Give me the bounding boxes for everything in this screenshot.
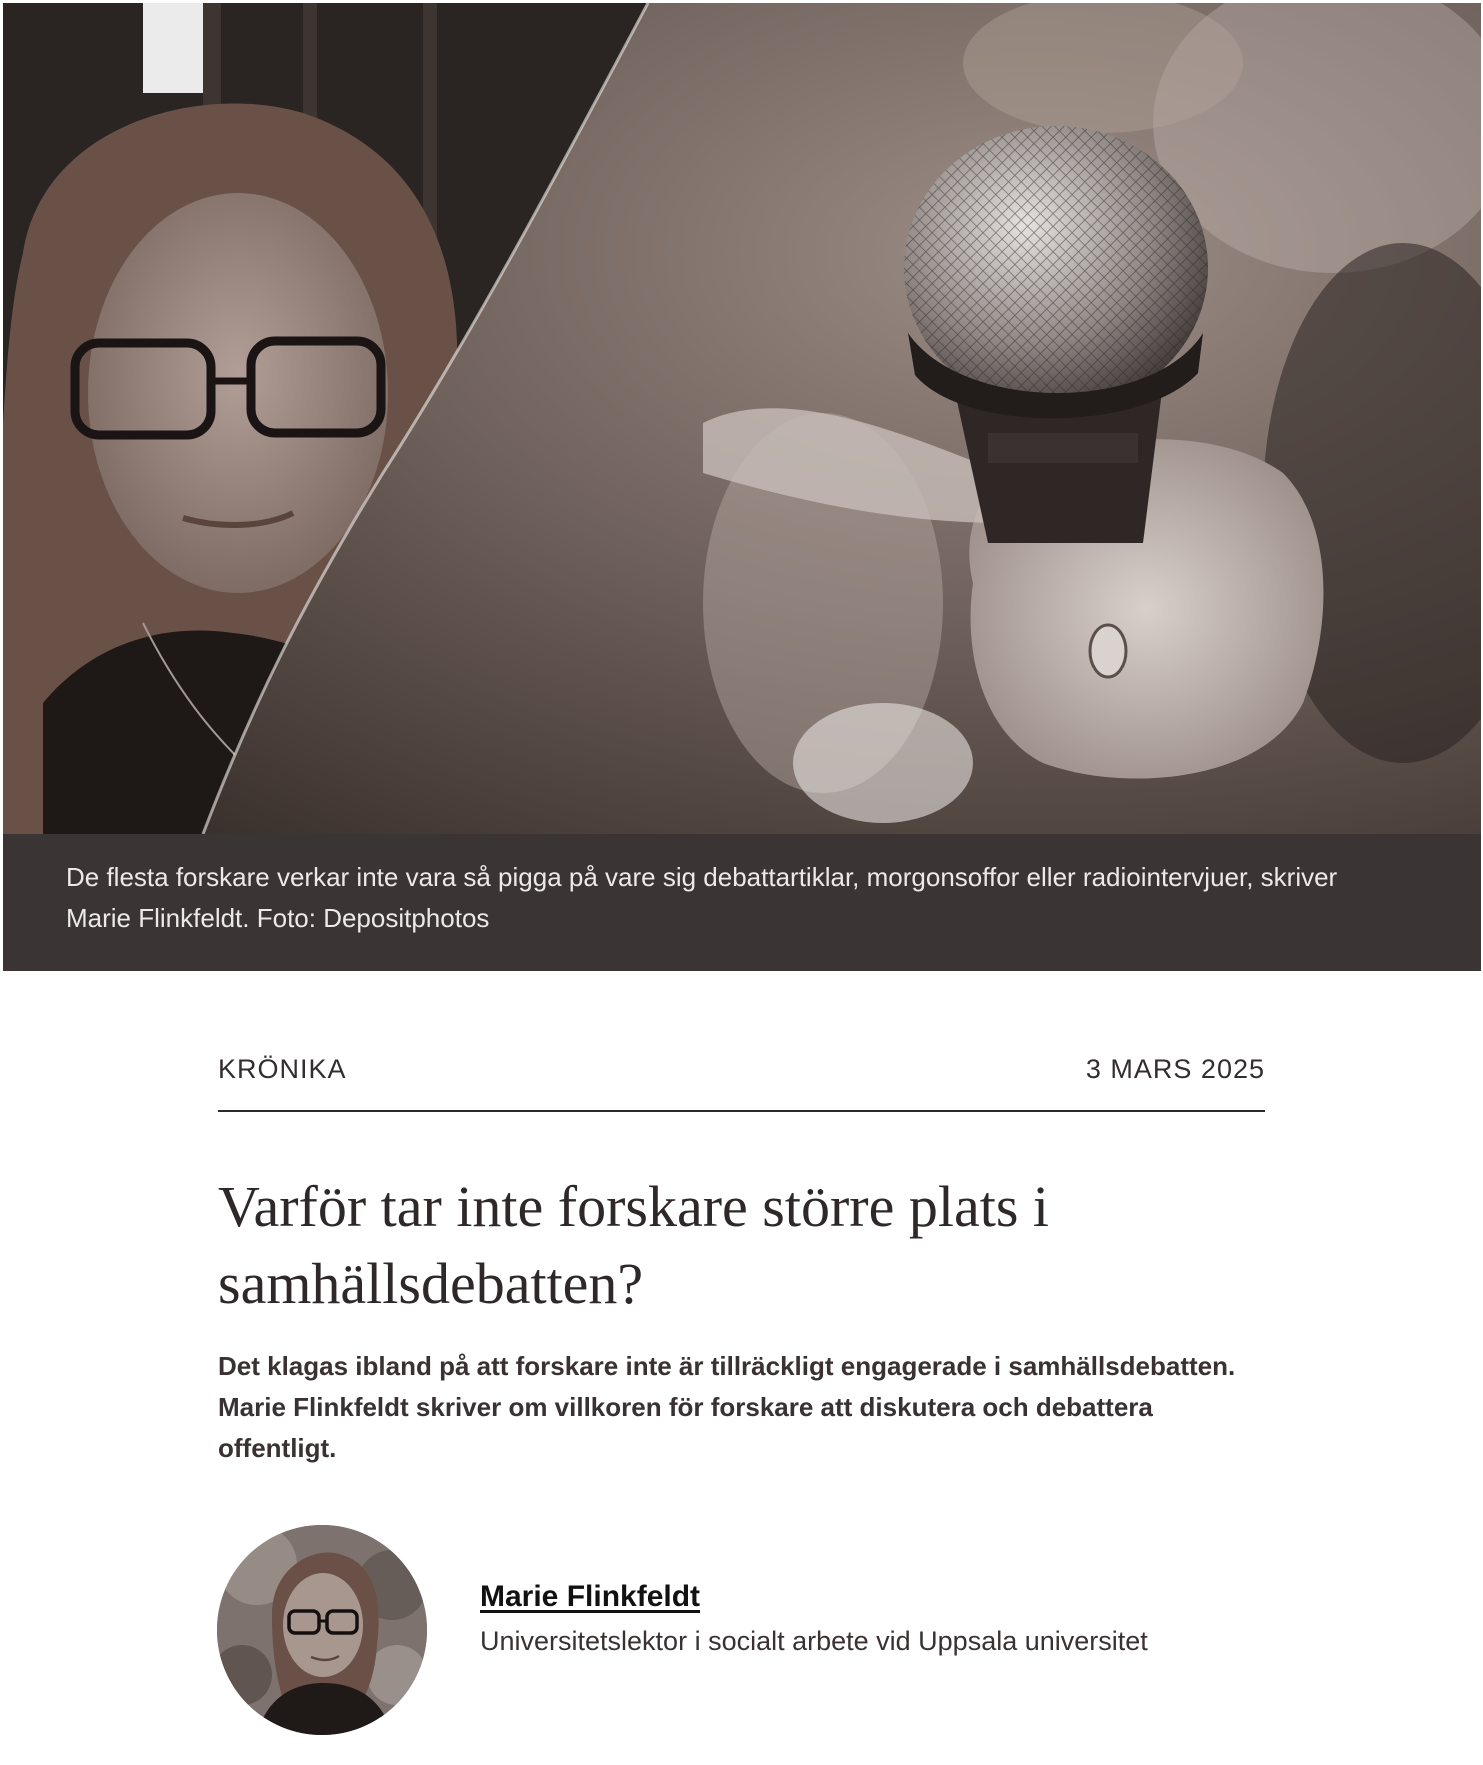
- author-portrait-illustration: [217, 1525, 427, 1735]
- hero-photo-illustration: [3, 3, 1481, 834]
- article-date: 3 MARS 2025: [1085, 1054, 1265, 1084]
- article-meta: KRÖNIKA 3 MARS 2025: [218, 1048, 1265, 1112]
- author-name-link[interactable]: Marie Flinkfeldt: [480, 1580, 700, 1614]
- image-caption-bar: De flesta forskare verkar inte vara så p…: [3, 834, 1481, 971]
- image-caption: De flesta forskare verkar inte vara så p…: [66, 862, 1338, 933]
- author-avatar[interactable]: [217, 1525, 427, 1735]
- article-category[interactable]: KRÖNIKA: [218, 1054, 347, 1085]
- article-headline: Varför tar inte forskare större plats i …: [218, 1174, 1050, 1316]
- hero-image: [3, 3, 1481, 834]
- article-lead: Det klagas ibland på att forskare inte ä…: [218, 1351, 1236, 1463]
- author-title: Universitetslektor i socialt arbete vid …: [480, 1626, 1148, 1656]
